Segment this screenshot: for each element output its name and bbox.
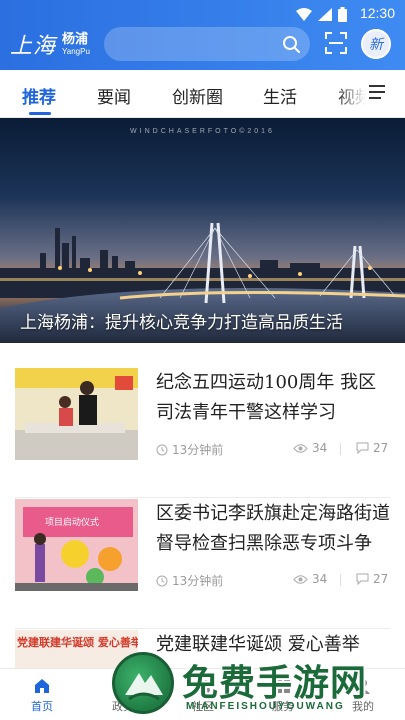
news-item[interactable]: 项目启动仪式 区委书记李跃旗赴定海路街道督导检查扫黑除恶专项斗争 13分钟前 3… <box>15 499 390 629</box>
news-comments-count: 27 <box>373 572 389 586</box>
meta-divider <box>340 443 341 455</box>
category-tabs: 推荐 要闻 创新圈 生活 视频 <box>0 70 405 118</box>
news-views-count: 34 <box>312 441 328 455</box>
news-time: 13分钟前 <box>156 572 223 589</box>
clock-icon <box>156 444 168 455</box>
active-tab-indicator <box>29 112 51 115</box>
top-bar: 上海 杨浦 YangPu 新 <box>0 26 405 64</box>
signal-icon <box>318 7 332 21</box>
news-comments[interactable]: 27 <box>356 441 388 455</box>
news-thumbnail[interactable] <box>15 368 138 460</box>
news-time: 13分钟前 <box>156 441 223 458</box>
event-image <box>15 499 138 591</box>
banner-caption[interactable]: 上海杨浦：提升核心竞争力打造高品质生活 <box>20 308 343 333</box>
classroom-image <box>15 368 138 460</box>
search-icon[interactable] <box>282 35 300 53</box>
photo-credit: WINDCHASERFOTO©2016 <box>130 128 275 135</box>
logo-district: 杨浦 <box>62 31 89 47</box>
mountain-logo-icon <box>125 673 163 701</box>
news-views: 34 <box>293 441 327 455</box>
status-time: 12:30 <box>359 5 395 21</box>
home-icon <box>35 679 49 693</box>
comment-icon <box>356 573 369 585</box>
tab-life[interactable]: 生活 <box>263 83 297 108</box>
news-comments[interactable]: 27 <box>356 572 388 586</box>
news-time-text: 13分钟前 <box>172 443 224 457</box>
nav-home[interactable]: 首页 <box>12 677 72 714</box>
avatar[interactable]: 新 <box>361 29 391 59</box>
nav-home-label: 首页 <box>31 700 53 713</box>
news-meta: 13分钟前 34 27 <box>156 441 390 459</box>
app-header: 12:30 上海 杨浦 YangPu 新 <box>0 0 405 70</box>
wifi-icon <box>296 7 312 21</box>
logo-main-text: 上海 <box>10 34 57 59</box>
watermark-logo <box>112 652 174 714</box>
news-title[interactable]: 区委书记李跃旗赴定海路街道督导检查扫黑除恶专项斗争 <box>156 499 390 563</box>
news-meta: 13分钟前 34 27 <box>156 572 390 590</box>
news-title[interactable]: 纪念五四运动100周年 我区司法青年干警这样学习 <box>156 368 390 432</box>
clock-icon <box>156 575 168 586</box>
news-views-count: 34 <box>312 572 328 586</box>
status-icons <box>296 6 347 22</box>
tab-recommend[interactable]: 推荐 <box>22 83 56 108</box>
scan-icon[interactable] <box>325 32 347 54</box>
news-comments-count: 27 <box>373 441 389 455</box>
menu-icon[interactable] <box>369 85 385 99</box>
logo-english: YangPu <box>62 46 90 56</box>
eye-icon <box>293 443 308 453</box>
search-input[interactable] <box>104 27 310 61</box>
battery-icon <box>338 6 347 22</box>
watermark-subtitle: MIANFEISHOUYOUWANG <box>186 701 345 712</box>
tab-headlines[interactable]: 要闻 <box>97 83 131 108</box>
tab-innovation[interactable]: 创新圈 <box>172 83 223 108</box>
logo-sub: 杨浦 YangPu <box>62 33 90 56</box>
comment-icon <box>356 442 369 454</box>
thumbnail-banner-text: 党建联建华诞颂 爱心善举 <box>17 636 138 649</box>
meta-divider <box>340 574 341 586</box>
status-bar: 12:30 <box>0 0 405 28</box>
news-thumbnail[interactable]: 项目启动仪式 <box>15 499 138 591</box>
watermark-title: 免费手游网 <box>182 663 368 704</box>
news-views: 34 <box>293 572 327 586</box>
news-item[interactable]: 纪念五四运动100周年 我区司法青年干警这样学习 13分钟前 34 27 <box>15 368 390 498</box>
app-logo[interactable]: 上海 杨浦 YangPu <box>10 27 90 61</box>
eye-icon <box>293 574 308 584</box>
app-screen: 12:30 上海 杨浦 YangPu 新 推荐 要闻 创新圈 生活 WINDCH… <box>0 0 405 720</box>
thumbnail-sign-text: 项目启动仪式 <box>45 518 100 528</box>
news-time-text: 13分钟前 <box>172 574 224 588</box>
featured-banner[interactable]: WINDCHASERFOTO©2016 上海杨浦：提升核心竞争力打造高品质生活 <box>0 118 405 343</box>
site-watermark-overlay: 免费手游网 MIANFEISHOUYOUWANG <box>112 652 402 718</box>
